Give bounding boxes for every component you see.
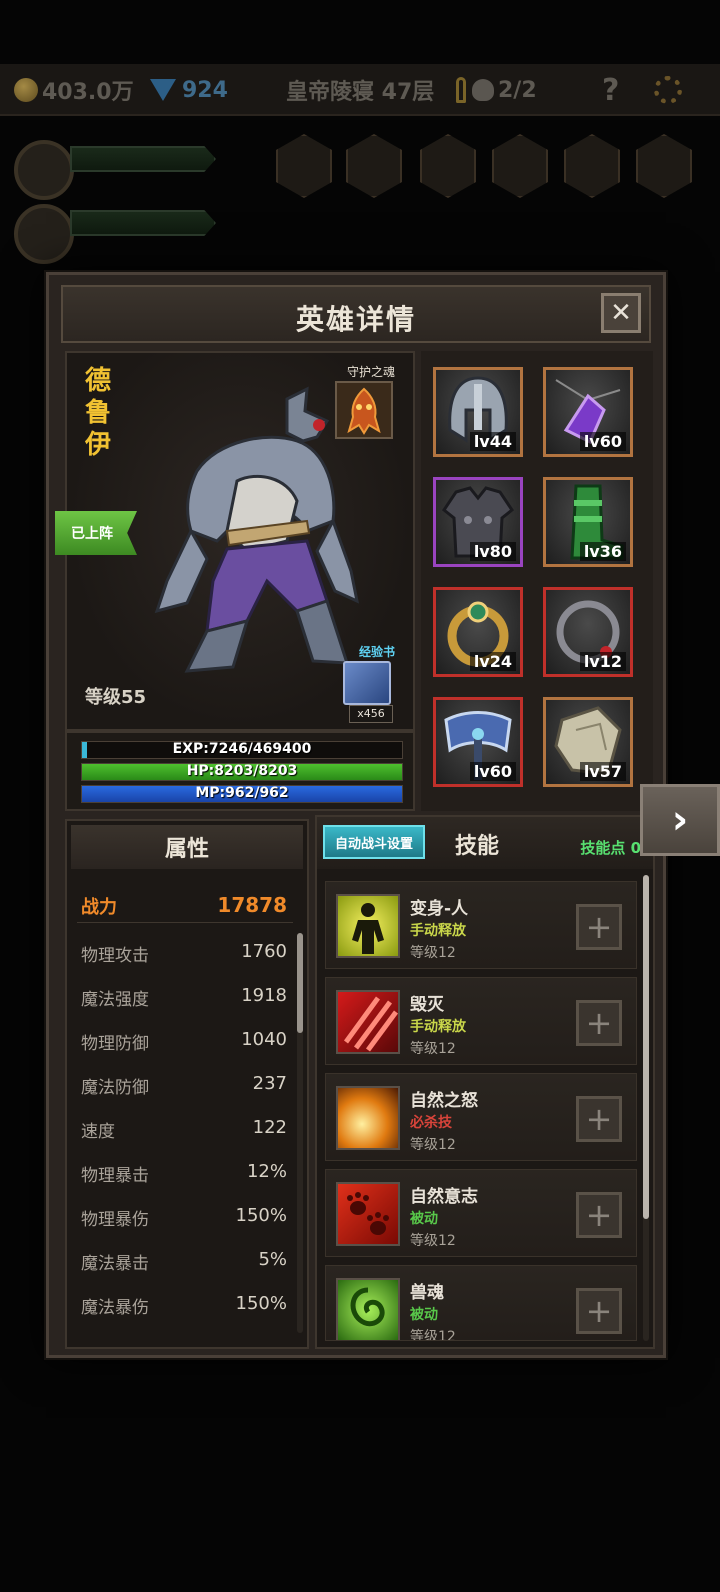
equipment-grid: lv44 lv60 lv80 lv36 lv24 lv12 lv60 lv57	[421, 351, 653, 811]
next-hero-button[interactable]: ›	[640, 784, 720, 856]
guardian-soul-label: 守护之魂	[346, 365, 395, 379]
skill-item[interactable]: 自然意志 被动 等级12 +	[325, 1169, 637, 1257]
attr-row: 物理防御 1040	[81, 1029, 287, 1054]
equip-slot-helmet[interactable]: lv44	[433, 367, 523, 457]
equip-slot-weapon[interactable]: lv60	[433, 697, 523, 787]
skill-item[interactable]: 变身-人 手动释放 等级12 +	[325, 881, 637, 969]
exp-text: EXP:7246/469400	[172, 741, 312, 757]
skill-upgrade-button[interactable]: +	[576, 904, 622, 950]
claw-slash-icon	[336, 990, 400, 1054]
attr-row: 物理暴伤 150%	[81, 1205, 287, 1230]
paw-prints-icon	[336, 1182, 400, 1246]
hp-text: HP:8203/8203	[186, 763, 298, 779]
attr-row: 魔法强度 1918	[81, 985, 287, 1010]
hero-details-modal: 英雄详情 ✕ 德鲁伊 守护之魂 已上阵 经验书 x456 等级55 EXP:72…	[46, 272, 666, 1358]
exp-book-label: 经验书	[358, 645, 395, 659]
skill-upgrade-button[interactable]: +	[576, 1288, 622, 1334]
bg-slot-2	[346, 134, 402, 198]
bg-slot-1	[276, 134, 332, 198]
gem-icon	[150, 79, 176, 101]
bg-slot-4	[492, 134, 548, 198]
skills-scrollbar[interactable]	[643, 875, 649, 1341]
attributes-scrollbar[interactable]	[297, 933, 303, 1333]
bg-slot-3	[420, 134, 476, 198]
mp-text: MP:962/962	[195, 785, 289, 801]
settings-button[interactable]	[654, 74, 682, 106]
team-hero-portrait-2[interactable]	[14, 204, 74, 264]
modal-header: 英雄详情 ✕	[61, 285, 651, 343]
deployed-badge: 已上阵	[55, 511, 137, 555]
skills-header: 技能	[455, 834, 500, 859]
team-hero-bar-2	[70, 210, 216, 236]
exp-bar: EXP:7246/469400	[81, 741, 403, 759]
combat-power-value: 17878	[217, 893, 287, 917]
skull-icon	[472, 79, 494, 101]
combat-power-label: 战力	[81, 897, 117, 918]
werewolf-portrait	[154, 386, 360, 673]
key-skull-counter: 2/2	[456, 74, 537, 106]
nature-wrath-icon	[336, 1086, 400, 1150]
exp-book-count: x456	[349, 705, 393, 723]
attr-row: 魔法暴伤 150%	[81, 1293, 287, 1318]
dungeon-location: 皇帝陵寝 47层	[286, 80, 435, 105]
combat-power-row: 战力 17878	[77, 891, 293, 923]
skill-item[interactable]: 兽魂 被动 等级12 +	[325, 1265, 637, 1341]
skill-item[interactable]: 自然之怒 必杀技 等级12 +	[325, 1073, 637, 1161]
attr-row: 魔法暴击 5%	[81, 1249, 287, 1274]
hp-bar: HP:8203/8203	[81, 763, 403, 781]
help-button[interactable]: ?	[602, 73, 619, 108]
attributes-header: 属性	[71, 825, 303, 869]
close-button[interactable]: ✕	[601, 293, 641, 333]
skill-points: 技能点 0	[580, 839, 641, 857]
key-icon	[456, 77, 466, 103]
skill-upgrade-button[interactable]: +	[576, 1192, 622, 1238]
skills-panel: 自动战斗设置 技能 技能点 0 变身-人 手动释放 等级12 + 毁灭 手动释放…	[315, 815, 655, 1349]
modal-title: 英雄详情	[295, 303, 416, 336]
equip-slot-offhand[interactable]: lv57	[543, 697, 633, 787]
beast-soul-icon	[336, 1278, 400, 1340]
skill-upgrade-button[interactable]: +	[576, 1096, 622, 1142]
equip-slot-armor[interactable]: lv80	[433, 477, 523, 567]
top-resource-bar: 403.0万 924 皇帝陵寝 47层 2/2 ?	[0, 64, 720, 116]
hero-stat-bars: EXP:7246/469400 HP:8203/8203 MP:962/962	[65, 731, 415, 811]
gear-icon	[654, 76, 682, 104]
skills-scroll-thumb[interactable]	[643, 875, 649, 1219]
equip-slot-ring[interactable]: lv24	[433, 587, 523, 677]
gold-counter: 403.0万	[14, 74, 134, 106]
auto-battle-settings-button[interactable]: 自动战斗设置	[323, 825, 425, 859]
team-hero-portrait-1[interactable]	[14, 140, 74, 200]
attributes-panel: 属性 战力 17878 物理攻击 1760 魔法强度 1918 物理防御 1040 魔…	[65, 819, 309, 1349]
equip-slot-amulet[interactable]: lv60	[543, 367, 633, 457]
hero-showcase: 德鲁伊 守护之魂 已上阵 经验书 x456 等级55	[55, 351, 415, 731]
attr-row: 速度 122	[81, 1117, 287, 1142]
equip-slot-bracelet[interactable]: lv12	[543, 587, 633, 677]
coin-icon	[14, 78, 38, 102]
equip-slot-boots[interactable]: lv36	[543, 477, 633, 567]
gem-counter: 924	[150, 74, 228, 106]
mp-bar: MP:962/962	[81, 785, 403, 803]
skill-item[interactable]: 毁灭 手动释放 等级12 +	[325, 977, 637, 1065]
bg-slot-6	[636, 134, 692, 198]
hero-level: 等级55	[85, 687, 147, 708]
hero-name: 德鲁伊	[84, 366, 111, 460]
attr-row: 物理暴击 12%	[81, 1161, 287, 1186]
bg-slot-5	[564, 134, 620, 198]
attr-row: 魔法防御 237	[81, 1073, 287, 1098]
attr-row: 物理攻击 1760	[81, 941, 287, 966]
skills-header-bar: 自动战斗设置 技能 技能点 0	[317, 817, 653, 869]
team-hero-bar-1	[70, 146, 216, 172]
exp-book-icon[interactable]	[343, 661, 391, 705]
transform-human-icon	[336, 894, 400, 958]
attributes-scroll-thumb[interactable]	[297, 933, 303, 1033]
skill-upgrade-button[interactable]: +	[576, 1000, 622, 1046]
